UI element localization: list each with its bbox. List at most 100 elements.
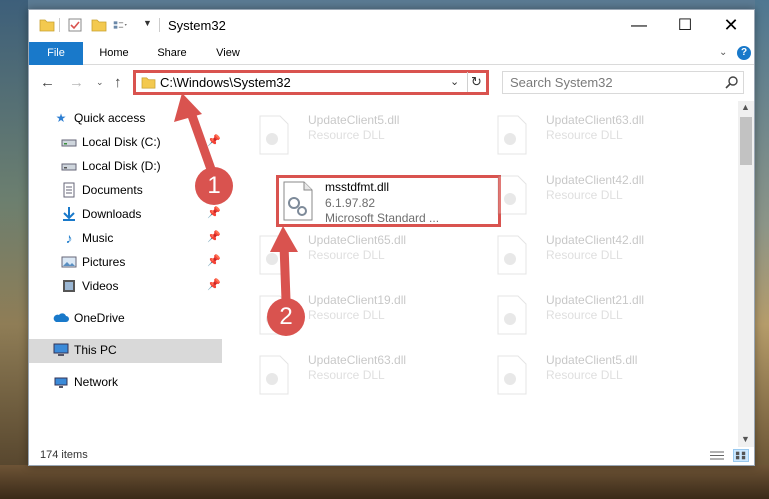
file-name: UpdateClient42.dll (546, 233, 645, 247)
sidebar-item-label: This PC (74, 343, 117, 357)
file-tile[interactable]: UpdateClient5.dll Resource DLL (236, 109, 461, 161)
file-list: UpdateClient5.dll Resource DLL msstdfmt.… (224, 101, 740, 447)
file-tile-highlighted[interactable]: msstdfmt.dll 6.1.97.82 Microsoft Standar… (276, 175, 501, 227)
step-1-badge: 1 (195, 167, 233, 205)
sidebar-item-label: Documents (82, 183, 143, 197)
dll-file-icon (283, 181, 313, 221)
file-tile[interactable]: UpdateClient65.dll Resource DLL (236, 229, 461, 281)
sidebar-item-label: Quick access (74, 111, 146, 125)
sidebar-item-this-pc[interactable]: This PC (29, 339, 222, 363)
address-divider (467, 72, 468, 92)
file-tile[interactable]: UpdateClient42.dll Resource DLL (474, 229, 699, 281)
help-icon[interactable]: ? (737, 46, 751, 60)
search-icon[interactable] (725, 75, 739, 89)
pin-icon[interactable]: 📌 (207, 254, 221, 267)
drive-icon (61, 163, 77, 171)
title-bar: ▼ System32 — ☐ ✕ (29, 10, 754, 42)
status-bar: 174 items (29, 447, 754, 465)
file-name: msstdfmt.dll (325, 180, 390, 194)
recent-locations-icon[interactable]: ⌄ (96, 77, 104, 88)
address-bar[interactable]: C:\Windows\System32 ⌄ ↻ (133, 70, 489, 95)
scrollbar-thumb[interactable] (740, 117, 752, 165)
cloud-icon (53, 313, 69, 322)
file-tile[interactable]: UpdateClient5.dll Resource DLL (474, 349, 699, 401)
file-tile[interactable]: UpdateClient63.dll Resource DLL (474, 109, 699, 161)
dll-file-icon (497, 175, 527, 215)
quick-access-dropdown-icon[interactable]: ▼ (143, 18, 159, 34)
network-icon (54, 377, 68, 388)
customize-quick-access-icon[interactable] (113, 17, 129, 33)
maximize-button[interactable]: ☐ (662, 10, 708, 41)
pin-icon[interactable]: 📌 (207, 134, 221, 147)
file-name: UpdateClient5.dll (546, 353, 638, 367)
file-type: Resource DLL (546, 188, 623, 202)
minimize-button[interactable]: — (616, 10, 662, 41)
file-description: Microsoft Standard ... (325, 211, 440, 225)
star-icon: ★ (55, 111, 67, 125)
file-tile[interactable]: UpdateClient42.dll Resource DLL (474, 169, 699, 221)
file-tile[interactable]: UpdateClient63.dll Resource DLL (236, 349, 461, 401)
sidebar-item-label: Network (74, 375, 119, 389)
new-folder-icon[interactable] (91, 17, 107, 33)
sidebar-item-label: OneDrive (74, 311, 125, 325)
file-type: Resource DLL (308, 368, 385, 382)
file-name: UpdateClient19.dll (308, 293, 407, 307)
tab-home[interactable]: Home (91, 42, 137, 65)
file-name: UpdateClient63.dll (308, 353, 407, 367)
sidebar-item-local-disk-d[interactable]: Local Disk (D:) (29, 155, 222, 177)
sidebar-item-downloads[interactable]: Downloads 📌 (29, 203, 222, 225)
tab-share[interactable]: Share (149, 42, 195, 65)
properties-check-icon[interactable] (67, 17, 83, 33)
tab-view[interactable]: View (206, 42, 250, 65)
sidebar-item-label: Local Disk (C:) (82, 135, 161, 149)
file-type: Resource DLL (546, 248, 623, 262)
sidebar-item-documents[interactable]: Documents 📌 (29, 179, 222, 201)
desktop-wallpaper-left (0, 0, 28, 499)
pin-icon[interactable]: 📌 (207, 278, 221, 291)
tab-file[interactable]: File (29, 42, 83, 65)
file-name: UpdateClient65.dll (308, 233, 407, 247)
file-type: Resource DLL (308, 308, 385, 322)
file-type: Resource DLL (546, 368, 623, 382)
close-button[interactable]: ✕ (708, 10, 754, 41)
expand-ribbon-icon[interactable]: ⌄ (719, 47, 727, 58)
back-arrow-icon[interactable]: ← (40, 74, 55, 91)
pin-icon[interactable]: 📌 (207, 230, 221, 243)
title-divider (159, 18, 160, 32)
ribbon-tabs: File Home Share View ⌄ ? (29, 42, 754, 65)
pictures-icon (61, 256, 77, 268)
address-path[interactable]: C:\Windows\System32 (160, 75, 291, 90)
sidebar-item-videos[interactable]: Videos 📌 (29, 275, 222, 297)
scroll-up-icon[interactable]: ▲ (741, 102, 750, 112)
sidebar-item-music[interactable]: ♪ Music 📌 (29, 227, 222, 249)
download-icon (63, 207, 75, 221)
quick-access-divider (59, 18, 60, 32)
file-tile[interactable]: UpdateClient21.dll Resource DLL (474, 289, 699, 341)
sidebar-item-local-disk-c[interactable]: Local Disk (C:) 📌 (29, 131, 222, 153)
pin-icon[interactable]: 📌 (207, 206, 221, 219)
window-title: System32 (168, 18, 226, 33)
item-count: 174 items (40, 449, 88, 461)
scroll-down-icon[interactable]: ▼ (741, 434, 750, 444)
address-dropdown-icon[interactable]: ⌄ (450, 75, 459, 88)
vertical-scrollbar[interactable]: ▲ ▼ (738, 101, 754, 447)
file-name: UpdateClient42.dll (546, 173, 645, 187)
file-explorer-window: ▼ System32 — ☐ ✕ File Home Share View ⌄ … (28, 9, 755, 466)
sidebar-item-onedrive[interactable]: OneDrive (29, 307, 222, 329)
up-arrow-icon[interactable]: ↑ (114, 74, 122, 91)
sidebar-item-network[interactable]: Network (29, 371, 222, 393)
dll-file-icon (259, 355, 289, 395)
tiles-view-icon[interactable] (733, 449, 749, 462)
videos-icon (63, 280, 75, 292)
search-input[interactable]: Search System32 (502, 71, 744, 94)
dll-file-icon (497, 235, 527, 275)
dll-file-icon (497, 115, 527, 155)
folder-icon (141, 77, 156, 89)
sidebar-item-quick-access[interactable]: ★ Quick access (29, 107, 222, 129)
sidebar-item-pictures[interactable]: Pictures 📌 (29, 251, 222, 273)
forward-arrow-icon[interactable]: → (69, 74, 84, 91)
details-view-icon[interactable] (709, 449, 725, 462)
step-2-badge: 2 (267, 298, 305, 336)
refresh-icon[interactable]: ↻ (471, 74, 482, 90)
folder-icon[interactable] (39, 17, 55, 33)
